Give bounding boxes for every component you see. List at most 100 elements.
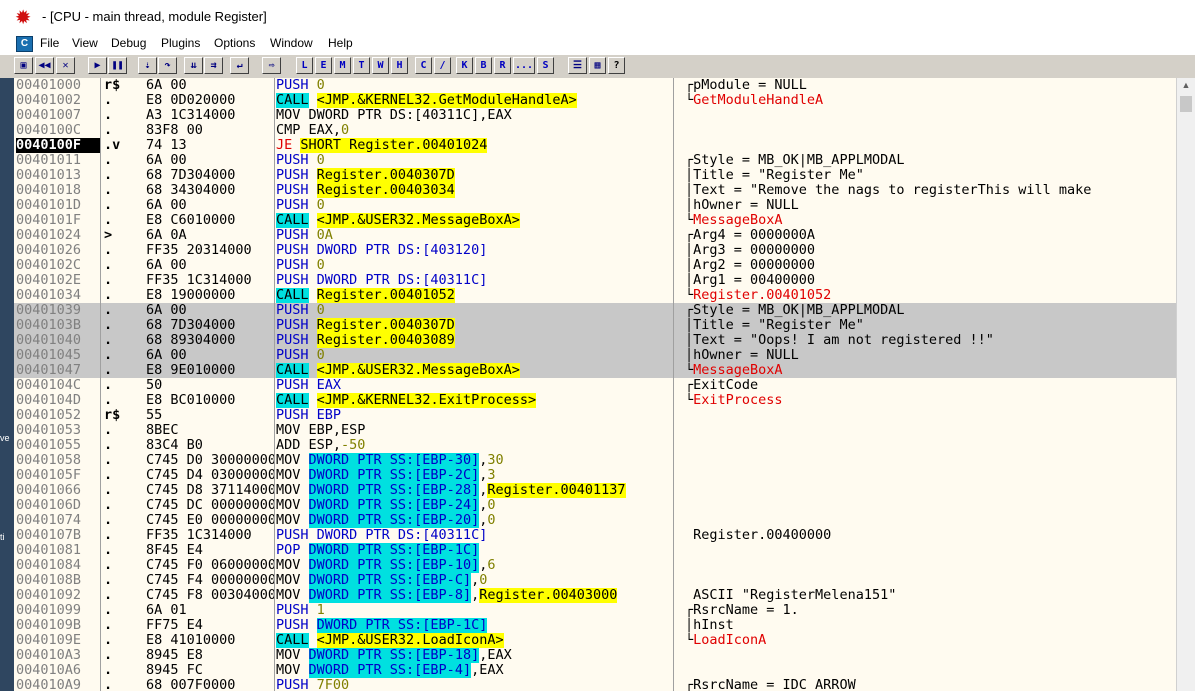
help-icon[interactable]: ? — [608, 57, 625, 74]
row-comment: ┌pModule = NULL — [685, 78, 1180, 93]
toolbar-executables-button[interactable]: E — [315, 57, 332, 74]
vertical-scrollbar[interactable]: ▲ — [1176, 78, 1195, 691]
row-comment — [685, 138, 1180, 153]
toolbar-patches-button[interactable]: / — [434, 57, 451, 74]
column-separator[interactable] — [274, 78, 275, 691]
menu-window[interactable]: Window — [270, 36, 313, 50]
disassembly-row[interactable]: 00401039. 6A 00 PUSH 0 ┌Style = MB_OK|MB_AP… — [14, 303, 1176, 318]
close-icon[interactable]: ✕ — [56, 57, 75, 74]
disassembly-row[interactable]: 00401000 r$ 6A 00 PUSH 0 ┌pModule = NULL — [14, 78, 1176, 93]
disassembly-token: PUSH DWORD PTR DS:[40311C] — [276, 273, 488, 288]
disassembly-row[interactable]: 0040104D. E8 BC010000 CALL <JMP.&KERNEL32.… — [14, 393, 1176, 408]
column-separator[interactable] — [100, 78, 101, 691]
disassembly-row[interactable]: 00401099. 6A 01 PUSH 1 ┌RsrcName = 1. — [14, 603, 1176, 618]
disassembly-row[interactable]: 00401058. C745 D0 30000000 MOV DWORD PTR S… — [14, 453, 1176, 468]
row-address: 00401058 — [16, 453, 82, 468]
disassembly-row[interactable]: 0040104C. 50 PUSH EAX ┌ExitCode — [14, 378, 1176, 393]
toolbar-callstack-button[interactable]: K — [456, 57, 473, 74]
toolbar-memory-button[interactable]: M — [334, 57, 351, 74]
cpu-disassembly-pane[interactable]: 00401000 r$ 6A 00 PUSH 0 ┌pModule = NULL 0040… — [14, 78, 1195, 691]
disassembly-row[interactable]: 00401034. E8 19000000 CALL Register.004010… — [14, 288, 1176, 303]
grid-icon[interactable]: ▦ — [589, 57, 606, 74]
disassembly-row[interactable]: 0040100F .v 74 13 JE SHORT Register.0040102… — [14, 138, 1176, 153]
disassembly-row[interactable]: 0040109B. FF75 E4 PUSH DWORD PTR SS:[EBP-1… — [14, 618, 1176, 633]
menu-file[interactable]: File — [40, 36, 59, 50]
toolbar-breakpoints-button[interactable]: B — [475, 57, 492, 74]
menu-view[interactable]: View — [72, 36, 98, 50]
disassembly-row[interactable]: 0040105F. C745 D4 03000000 MOV DWORD PTR S… — [14, 468, 1176, 483]
disassembly-row[interactable]: 00401045. 6A 00 PUSH 0 │hOwner = NULL — [14, 348, 1176, 363]
row-address: 00401092 — [16, 588, 82, 603]
row-comment: Register.00400000 — [685, 528, 1180, 543]
disassembly-row[interactable]: 00401084. C745 F0 06000000 MOV DWORD PTR S… — [14, 558, 1176, 573]
disassembly-row[interactable]: 00401052 r$ 55 PUSH EBP — [14, 408, 1176, 423]
disassembly-row[interactable]: 00401013. 68 7D304000 PUSH Register.004030… — [14, 168, 1176, 183]
disassembly-row[interactable]: 00401018. 68 34304000 PUSH Register.004030… — [14, 183, 1176, 198]
disassembly-row[interactable]: 00401066. C745 D8 37114000 MOV DWORD PTR S… — [14, 483, 1176, 498]
step-into-icon[interactable]: ⇣ — [138, 57, 157, 74]
disassembly-row[interactable]: 00401007. A3 1C314000 MOV DWORD PTR DS:[40… — [14, 108, 1176, 123]
menu-help[interactable]: Help — [328, 36, 353, 50]
row-hex-dump: 74 13 — [146, 138, 187, 153]
disassembly-row[interactable]: 004010A6. 8945 FC MOV DWORD PTR SS:[EBP-4]… — [14, 663, 1176, 678]
disassembly-token: DWORD PTR SS:[EBP-24] — [308, 498, 480, 513]
row-disassembly: CALL <JMP.&USER32.MessageBoxA> — [276, 363, 671, 378]
execute-till-return-icon[interactable]: ↵ — [230, 57, 249, 74]
comment-token: hInst — [693, 618, 734, 633]
disassembly-row[interactable]: 00401055. 83C4 B0 ADD ESP,-50 — [14, 438, 1176, 453]
disassembly-row[interactable]: 00401040. 68 89304000 PUSH Register.004030… — [14, 333, 1176, 348]
rewind-icon[interactable]: ◀◀ — [35, 57, 54, 74]
trace-over-icon[interactable]: ⇉ — [204, 57, 223, 74]
step-over-icon[interactable]: ↷ — [158, 57, 177, 74]
list-icon[interactable]: ☰ — [568, 57, 587, 74]
disassembly-row[interactable]: 00401092. C745 F8 00304000 MOV DWORD PTR S… — [14, 588, 1176, 603]
column-separator[interactable] — [673, 78, 674, 691]
disassembly-row[interactable]: 00401002. E8 0D020000 CALL <JMP.&KERNEL32.… — [14, 93, 1176, 108]
disassembly-row[interactable]: 0040101D. 6A 00 PUSH 0 │hOwner = NULL — [14, 198, 1176, 213]
disassembly-row[interactable]: 004010A3. 8945 E8 MOV DWORD PTR SS:[EBP-18… — [14, 648, 1176, 663]
disassembly-row[interactable]: 0040102C. 6A 00 PUSH 0 │Arg2 = 00000000 — [14, 258, 1176, 273]
open-icon[interactable]: ▣ — [14, 57, 33, 74]
disassembly-row[interactable]: 00401081. 8F45 E4 POP DWORD PTR SS:[EBP-1C… — [14, 543, 1176, 558]
disassembly-row[interactable]: 00401011. 6A 00 PUSH 0 ┌Style = MB_OK|MB_AP… — [14, 153, 1176, 168]
menu-debug[interactable]: Debug — [111, 36, 146, 50]
disassembly-row[interactable]: 0040108B. C745 F4 00000000 MOV DWORD PTR S… — [14, 573, 1176, 588]
row-jump-marker: . — [104, 93, 113, 108]
desktop-text: ti — [0, 532, 5, 542]
scroll-up-icon[interactable]: ▲ — [1177, 78, 1195, 92]
goto-icon[interactable]: ⇨ — [262, 57, 281, 74]
disassembly-row[interactable]: 0040102E. FF35 1C314000 PUSH DWORD PTR DS:… — [14, 273, 1176, 288]
disassembly-row[interactable]: 0040101F. E8 C6010000 CALL <JMP.&USER32.Me… — [14, 213, 1176, 228]
toolbar-windows-button[interactable]: W — [372, 57, 389, 74]
toolbar-threads-button[interactable]: T — [353, 57, 370, 74]
disassembly-token: Register.00401137 — [487, 483, 626, 498]
disassembly-row[interactable]: 0040100C. 83F8 00 CMP EAX,0 — [14, 123, 1176, 138]
disassembly-row[interactable]: 0040109E. E8 41010000 CALL <JMP.&USER32.Lo… — [14, 633, 1176, 648]
disassembly-row[interactable]: 004010A9. 68 007F0000 PUSH 7F00 ┌RsrcName =… — [14, 678, 1176, 691]
toolbar-handles-button[interactable]: H — [391, 57, 408, 74]
cpu-window-icon[interactable]: C — [16, 36, 33, 52]
toolbar-runtrace-button[interactable]: ... — [513, 57, 535, 74]
disassembly-row[interactable]: 0040103B. 68 7D304000 PUSH Register.004030… — [14, 318, 1176, 333]
disassembly-row[interactable]: 0040107B. FF35 1C314000 PUSH DWORD PTR DS:… — [14, 528, 1176, 543]
menu-plugins[interactable]: Plugins — [161, 36, 200, 50]
disassembly-row[interactable]: 00401053. 8BEC MOV EBP,ESP — [14, 423, 1176, 438]
disassembly-row[interactable]: 0040106D. C745 DC 00000000 MOV DWORD PTR S… — [14, 498, 1176, 513]
disassembly-row[interactable]: 00401074. C745 E0 00000000 MOV DWORD PTR S… — [14, 513, 1176, 528]
scroll-thumb[interactable] — [1180, 96, 1192, 112]
pause-icon[interactable]: ❚❚ — [108, 57, 127, 74]
disassembly-row[interactable]: 00401026. FF35 20314000 PUSH DWORD PTR DS:… — [14, 243, 1176, 258]
toolbar-cpu-button[interactable]: C — [415, 57, 432, 74]
menu-options[interactable]: Options — [214, 36, 255, 50]
toolbar-references-button[interactable]: R — [494, 57, 511, 74]
row-hex-dump: FF35 20314000 — [146, 243, 252, 258]
disassembly-row[interactable]: 00401024 >6A 0A PUSH 0A ┌Arg4 = 0000000A — [14, 228, 1176, 243]
toolbar-log-button[interactable]: L — [296, 57, 313, 74]
toolbar-source-button[interactable]: S — [537, 57, 554, 74]
disassembly-token: PUSH — [276, 153, 317, 168]
trace-into-icon[interactable]: ⇊ — [184, 57, 203, 74]
disassembly-row[interactable]: 00401047. E8 9E010000 CALL <JMP.&USER32.Me… — [14, 363, 1176, 378]
run-icon[interactable]: ▶ — [88, 57, 107, 74]
disassembly-token: PUSH — [276, 228, 317, 243]
row-jump-marker: . — [104, 393, 113, 408]
